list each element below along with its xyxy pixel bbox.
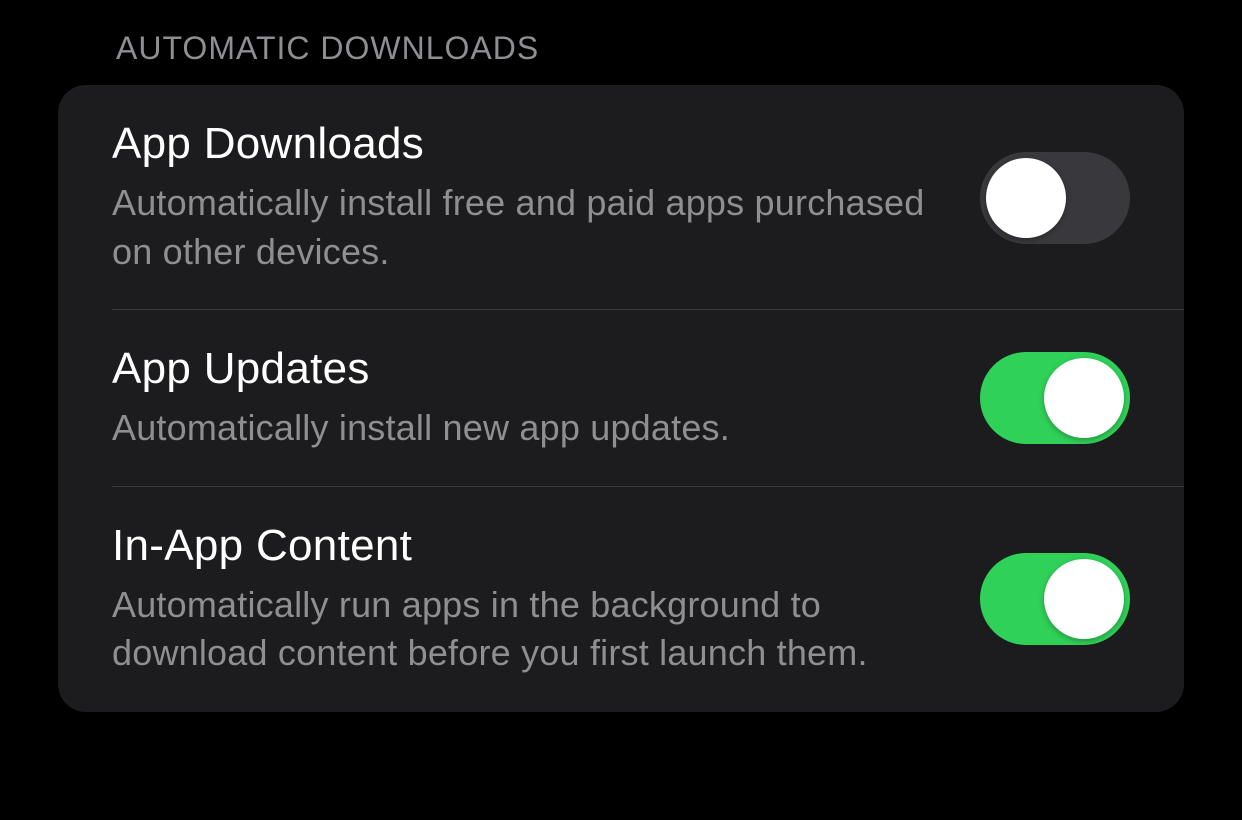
settings-row-app-downloads: App Downloads Automatically install free… [58, 85, 1184, 310]
settings-row-app-updates: App Updates Automatically install new ap… [58, 310, 1184, 487]
row-title: App Downloads [112, 119, 940, 169]
toggle-in-app-content[interactable] [980, 553, 1130, 645]
toggle-app-updates[interactable] [980, 352, 1130, 444]
toggle-knob [1044, 559, 1124, 639]
section-header: AUTOMATIC DOWNLOADS [116, 30, 1184, 67]
row-description: Automatically install free and paid apps… [112, 179, 940, 276]
row-text: App Updates Automatically install new ap… [112, 344, 980, 453]
toggle-app-downloads[interactable] [980, 152, 1130, 244]
row-text: App Downloads Automatically install free… [112, 119, 980, 276]
toggle-knob [986, 158, 1066, 238]
row-title: In-App Content [112, 521, 940, 571]
row-description: Automatically run apps in the background… [112, 581, 940, 678]
row-description: Automatically install new app updates. [112, 404, 940, 453]
row-text: In-App Content Automatically run apps in… [112, 521, 980, 678]
row-title: App Updates [112, 344, 940, 394]
settings-row-in-app-content: In-App Content Automatically run apps in… [58, 487, 1184, 712]
settings-group: App Downloads Automatically install free… [58, 85, 1184, 712]
toggle-knob [1044, 358, 1124, 438]
